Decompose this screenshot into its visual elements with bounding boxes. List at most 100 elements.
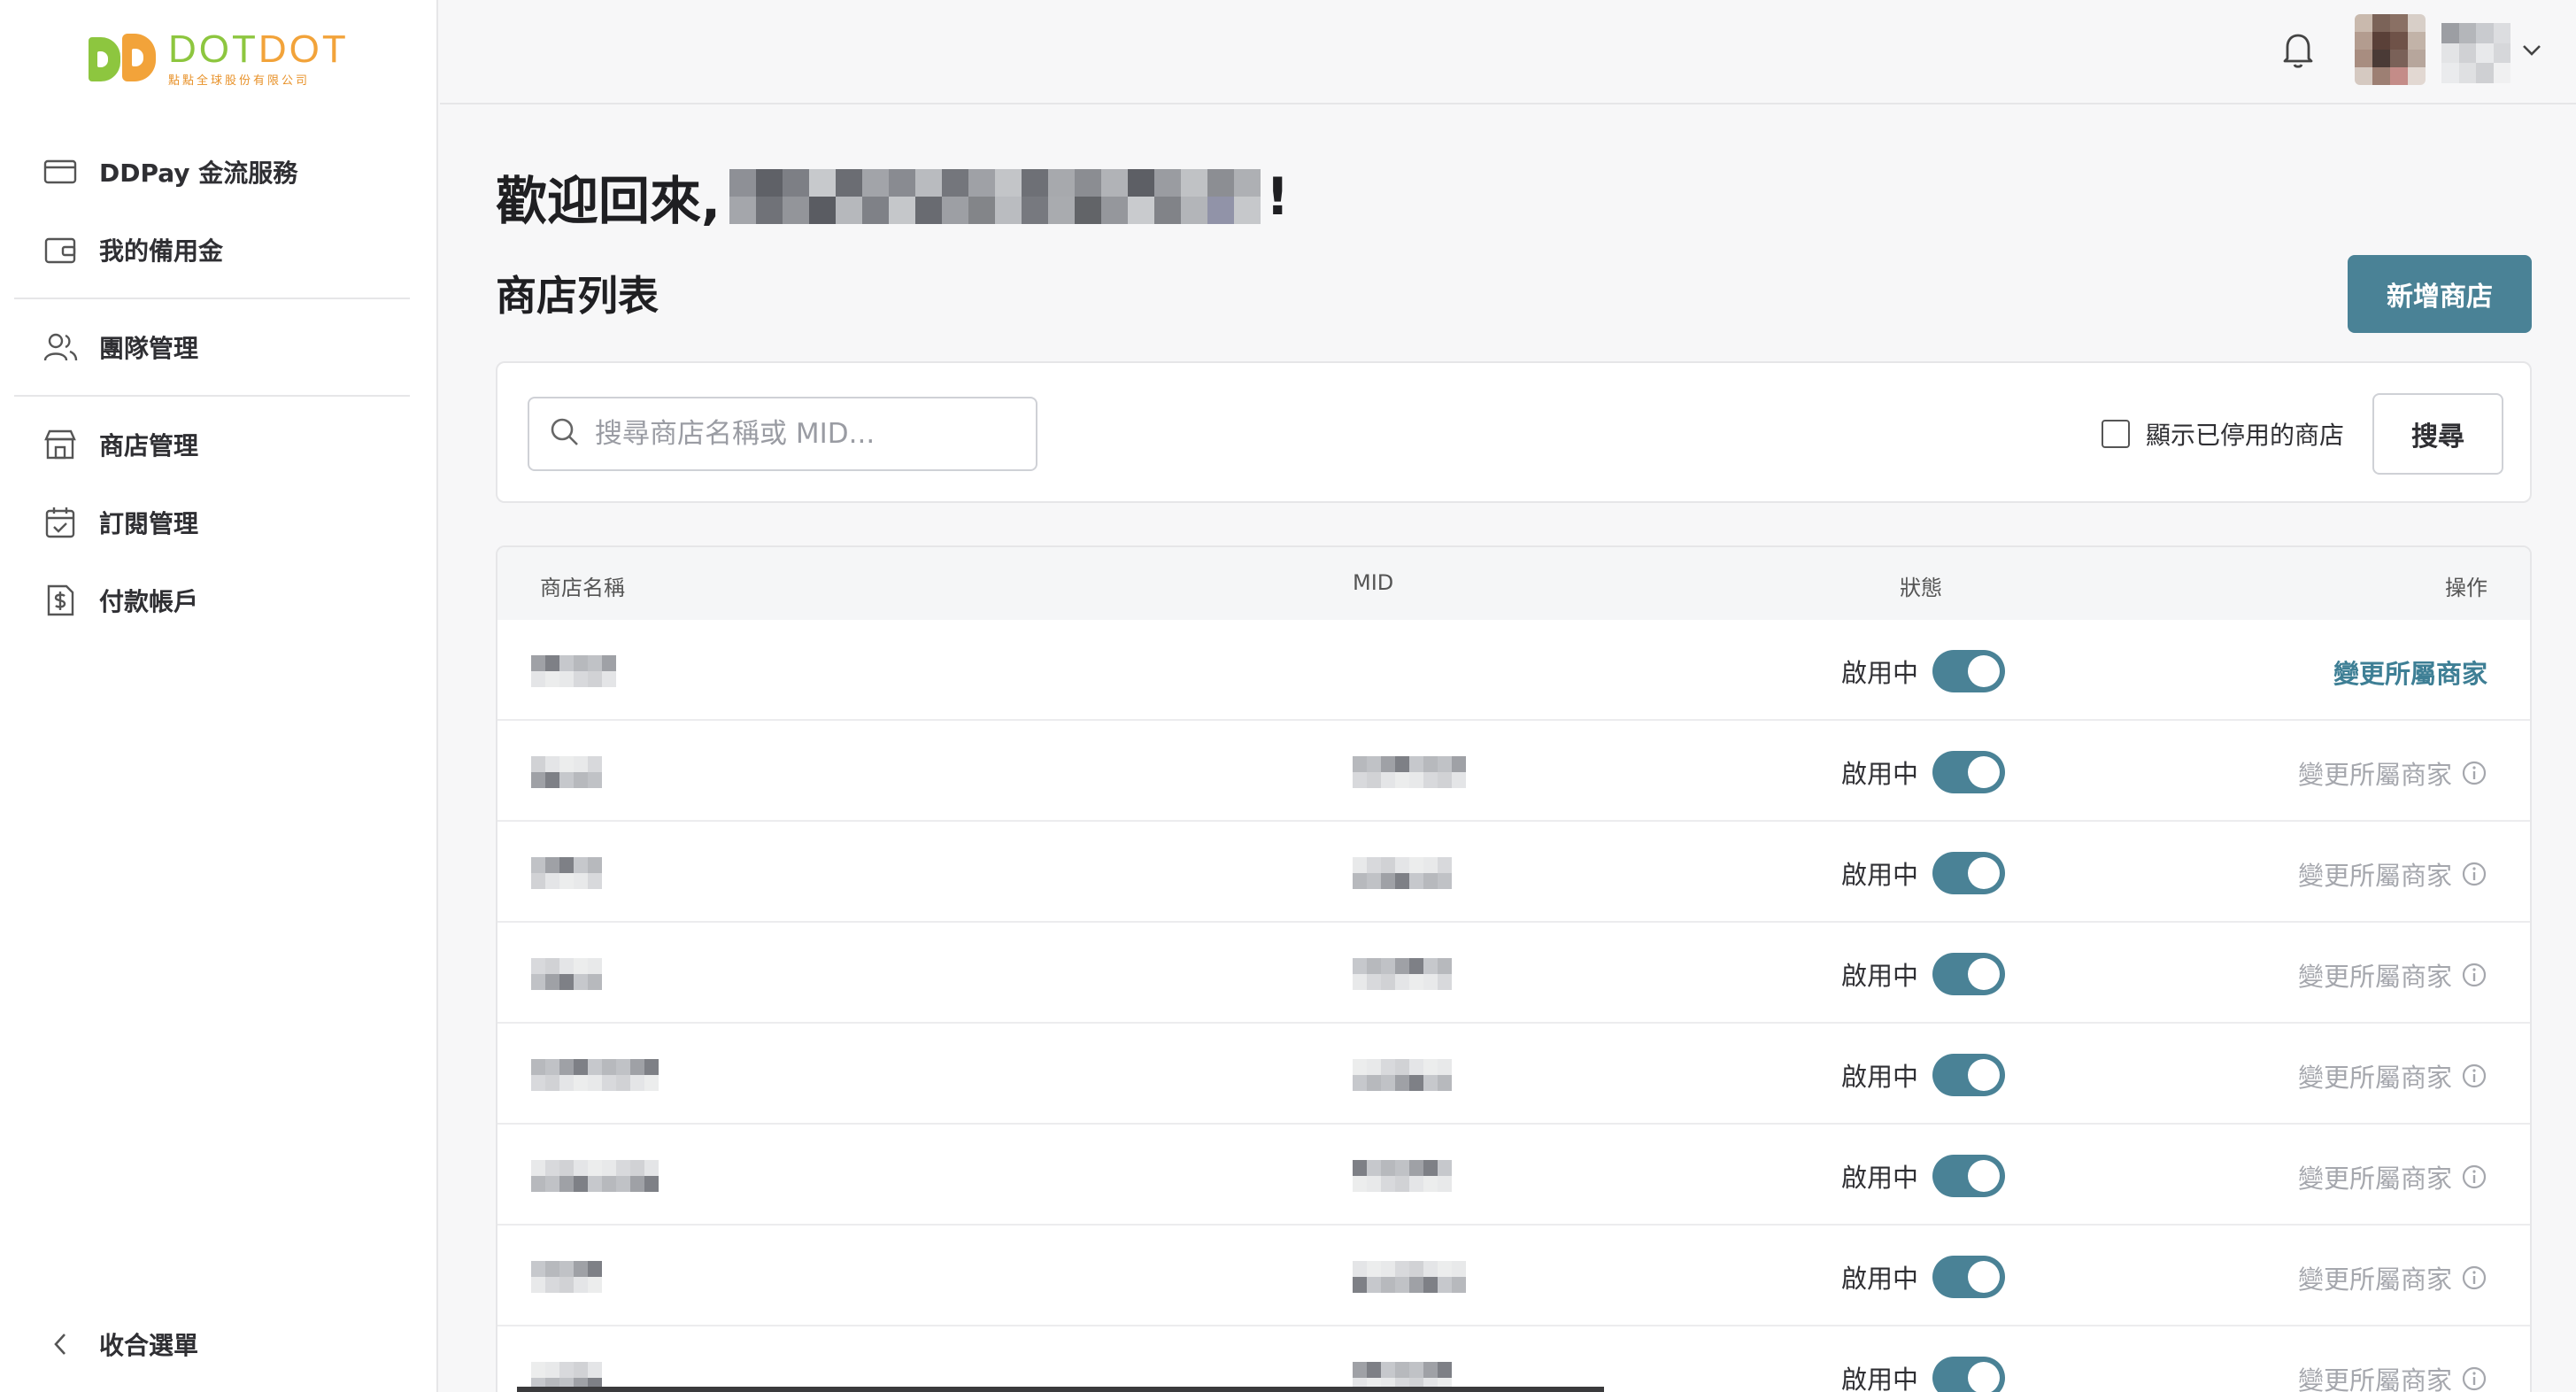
show-disabled-toggle[interactable]: 顯示已停用的商店 xyxy=(2102,416,2344,452)
sidebar-item-payment-account[interactable]: 付款帳戶 xyxy=(0,561,438,639)
sidebar-nav: DDPay 金流服務 我的備用金 團隊管理 商店管理 訂閱管理 付款帳戶 xyxy=(0,133,438,639)
status-cell: 啟用中 xyxy=(1841,1054,2006,1096)
sidebar: DOTDOT 點點全球股份有限公司 DDPay 金流服務 我的備用金 團隊管理 xyxy=(0,0,438,1392)
chevron-left-icon xyxy=(42,1326,78,1362)
info-icon[interactable] xyxy=(2461,1164,2487,1190)
sidebar-item-label: 付款帳戶 xyxy=(99,587,199,616)
table-row: 啟用中 變更所屬商家 xyxy=(497,1326,2530,1392)
status-toggle[interactable] xyxy=(1932,650,2006,692)
notification-bell-icon[interactable] xyxy=(2275,27,2321,73)
change-merchant-action: 變更所屬商家 xyxy=(2298,1360,2487,1392)
store-mid-redacted xyxy=(1353,1261,1466,1293)
wallet-icon xyxy=(42,232,78,267)
status-cell: 啟用中 xyxy=(1841,650,2006,692)
store-name-redacted xyxy=(531,756,602,788)
table-row: 啟用中 變更所屬商家 xyxy=(497,1024,2530,1125)
table-row: 啟用中 變更所屬商家 xyxy=(497,721,2530,822)
status-cell: 啟用中 xyxy=(1841,1155,2006,1197)
column-header-name: 商店名稱 xyxy=(540,576,625,600)
info-icon[interactable] xyxy=(2461,1063,2487,1089)
store-icon xyxy=(42,427,78,462)
store-mid-redacted xyxy=(1353,958,1452,990)
status-toggle[interactable] xyxy=(1932,1256,2006,1298)
sidebar-item-label: DDPay 金流服務 xyxy=(99,159,298,188)
store-mid-redacted xyxy=(1353,1160,1452,1192)
store-name-redacted xyxy=(531,857,602,889)
change-merchant-label: 變更所屬商家 xyxy=(2297,1063,2452,1093)
search-button[interactable]: 搜尋 xyxy=(2372,393,2503,475)
store-name-redacted xyxy=(531,1261,602,1293)
status-label: 啟用中 xyxy=(1841,860,1919,890)
search-icon xyxy=(549,416,581,452)
table-row: 啟用中 變更所屬商家 xyxy=(497,923,2530,1024)
store-table: 商店名稱 MID 狀態 操作 啟用中 變更所屬商家 啟用中 變更所屬商家 啟用中 變更所屬… xyxy=(496,545,2532,1392)
add-store-button[interactable]: 新增商店 xyxy=(2348,255,2532,333)
show-disabled-checkbox[interactable] xyxy=(2102,420,2130,448)
change-merchant-label: 變更所屬商家 xyxy=(2297,962,2452,992)
dollar-doc-icon xyxy=(42,583,78,618)
search-input[interactable] xyxy=(595,418,1011,450)
calendar-check-icon xyxy=(42,505,78,540)
change-merchant-action[interactable]: 變更所屬商家 xyxy=(2333,653,2487,691)
sidebar-item-label: 商店管理 xyxy=(99,431,199,460)
show-disabled-label: 顯示已停用的商店 xyxy=(2146,421,2345,450)
status-toggle[interactable] xyxy=(1932,751,2006,793)
change-merchant-label: 變更所屬商家 xyxy=(2297,1264,2452,1295)
sidebar-item-label: 訂閱管理 xyxy=(99,509,199,538)
brand-name: DOTDOT xyxy=(168,27,349,71)
top-bar xyxy=(440,0,2576,104)
status-label: 啟用中 xyxy=(1841,1062,1919,1092)
sidebar-item-subscription[interactable]: 訂閱管理 xyxy=(0,483,438,561)
store-name-redacted xyxy=(531,958,602,990)
info-icon[interactable] xyxy=(2461,760,2487,786)
chevron-down-icon[interactable] xyxy=(2519,39,2544,60)
sidebar-item-label: 我的備用金 xyxy=(99,236,224,266)
info-icon[interactable] xyxy=(2461,1365,2487,1392)
sidebar-item-reserve[interactable]: 我的備用金 xyxy=(0,211,438,289)
status-cell: 啟用中 xyxy=(1841,1357,2006,1392)
column-header-status: 狀態 xyxy=(1900,576,1942,600)
welcome-heading: 歡迎回來, ! xyxy=(496,166,1290,231)
status-toggle[interactable] xyxy=(1932,1155,2006,1197)
sidebar-item-team[interactable]: 團隊管理 xyxy=(0,308,438,386)
status-cell: 啟用中 xyxy=(1841,953,2006,995)
brand-logo[interactable]: DOTDOT 點點全球股份有限公司 xyxy=(89,27,349,88)
collapse-menu-label: 收合選單 xyxy=(99,1331,199,1360)
user-avatar[interactable] xyxy=(2355,14,2426,85)
info-icon[interactable] xyxy=(2461,962,2487,988)
column-header-mid: MID xyxy=(1353,570,1394,595)
collapse-menu-button[interactable]: 收合選單 xyxy=(0,1305,438,1383)
page-title: 商店列表 xyxy=(496,272,659,320)
status-cell: 啟用中 xyxy=(1841,751,2006,793)
table-row: 啟用中 變更所屬商家 xyxy=(497,620,2530,721)
info-icon[interactable] xyxy=(2461,1264,2487,1291)
status-toggle[interactable] xyxy=(1932,852,2006,894)
store-mid-redacted xyxy=(1353,1059,1452,1091)
change-merchant-action: 變更所屬商家 xyxy=(2298,855,2487,893)
status-toggle[interactable] xyxy=(1932,953,2006,995)
search-field[interactable] xyxy=(528,397,1037,471)
table-row: 啟用中 變更所屬商家 xyxy=(497,1125,2530,1226)
info-icon[interactable] xyxy=(2461,861,2487,887)
status-toggle[interactable] xyxy=(1932,1054,2006,1096)
horizontal-scrollbar[interactable] xyxy=(517,1387,1604,1392)
store-mid-redacted xyxy=(1353,857,1452,889)
status-toggle[interactable] xyxy=(1932,1357,2006,1392)
change-merchant-label: 變更所屬商家 xyxy=(2297,861,2452,891)
username-redacted[interactable] xyxy=(2441,23,2510,83)
status-label: 啟用中 xyxy=(1841,658,1919,688)
store-name-redacted xyxy=(531,655,616,687)
nav-divider xyxy=(14,298,410,299)
store-name-redacted xyxy=(531,1160,659,1192)
status-label: 啟用中 xyxy=(1841,1365,1919,1392)
status-label: 啟用中 xyxy=(1841,1163,1919,1193)
store-name-redacted xyxy=(531,1059,659,1091)
sidebar-item-ddpay[interactable]: DDPay 金流服務 xyxy=(0,133,438,211)
sidebar-item-store[interactable]: 商店管理 xyxy=(0,406,438,483)
change-merchant-label: 變更所屬商家 xyxy=(2297,1365,2452,1392)
change-merchant-action: 變更所屬商家 xyxy=(2298,1259,2487,1296)
table-row: 啟用中 變更所屬商家 xyxy=(497,1226,2530,1326)
brand-subtitle: 點點全球股份有限公司 xyxy=(168,73,311,88)
nav-divider xyxy=(14,395,410,397)
table-header: 商店名稱 MID 狀態 操作 xyxy=(497,547,2530,620)
